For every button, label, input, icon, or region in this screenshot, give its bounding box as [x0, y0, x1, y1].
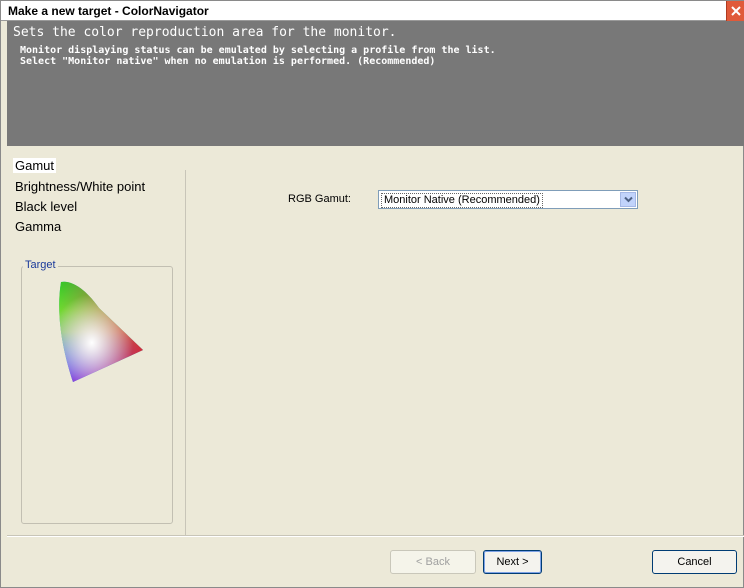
sidebar-item-black-level[interactable]: Black level: [15, 199, 77, 214]
next-button[interactable]: Next >: [483, 550, 542, 574]
window-title: Make a new target - ColorNavigator: [8, 4, 209, 18]
sidebar-item-brightness-white-point[interactable]: Brightness/White point: [15, 179, 145, 194]
sidebar-item-gamma[interactable]: Gamma: [15, 219, 61, 234]
gamut-triangle-icon: [59, 281, 143, 382]
footer-divider: [7, 535, 744, 537]
dialog-window: Make a new target - ColorNavigator Sets …: [0, 0, 744, 588]
close-button[interactable]: [726, 1, 744, 21]
wizard-header: Sets the color reproduction area for the…: [7, 21, 744, 146]
header-description: Monitor displaying status can be emulate…: [20, 45, 496, 67]
back-button[interactable]: < Back: [390, 550, 476, 574]
rgb-gamut-selected-value: Monitor Native (Recommended): [381, 193, 543, 208]
chevron-down-icon: [623, 196, 633, 203]
title-bar[interactable]: Make a new target - ColorNavigator: [1, 1, 744, 21]
close-icon: [731, 6, 741, 16]
rgb-gamut-select[interactable]: Monitor Native (Recommended): [378, 190, 638, 209]
target-group-label: Target: [23, 259, 58, 271]
header-title: Sets the color reproduction area for the…: [13, 25, 397, 40]
vertical-divider: [185, 170, 186, 535]
rgb-gamut-label: RGB Gamut:: [288, 193, 351, 205]
sidebar-item-gamut[interactable]: Gamut: [13, 158, 57, 173]
cancel-button[interactable]: Cancel: [652, 550, 737, 574]
dropdown-button[interactable]: [620, 192, 636, 207]
